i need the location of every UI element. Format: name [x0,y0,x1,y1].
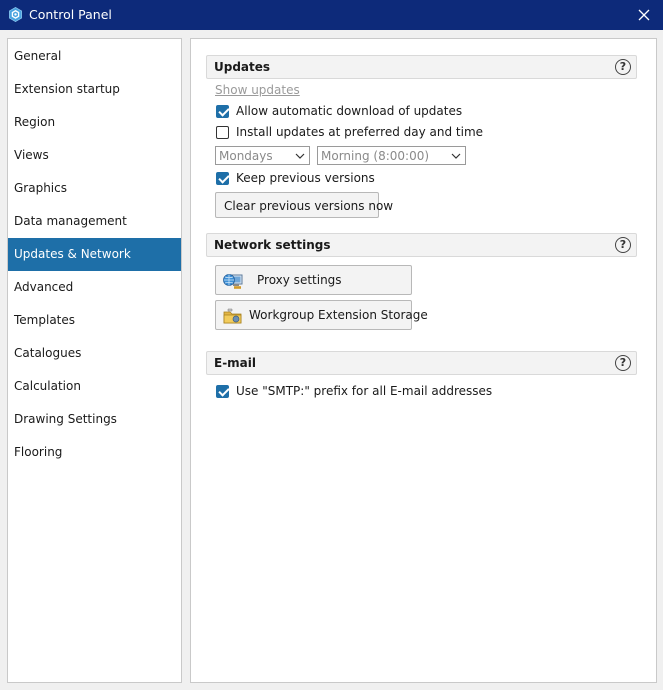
clear-versions-button-label: Clear previous versions now [224,199,394,213]
sidebar-item-views[interactable]: Views [8,139,181,172]
sidebar-item-data-management[interactable]: Data management [8,205,181,238]
close-icon[interactable] [633,4,655,26]
show-updates-link[interactable]: Show updates [215,83,300,97]
window-title: Control Panel [29,7,112,22]
updates-section-title: Updates [214,60,271,74]
keep-versions-checkbox[interactable] [216,172,229,185]
day-select[interactable]: Mondays [215,146,310,165]
sidebar-item-general[interactable]: General [8,40,181,73]
sidebar-item-calculation[interactable]: Calculation [8,370,181,403]
time-select[interactable]: Morning (8:00:00) [317,146,466,165]
auto-download-option[interactable]: Allow automatic download of updates [216,104,462,120]
email-section-title: E-mail [214,356,257,370]
sidebar-item-extension-startup[interactable]: Extension startup [8,73,181,106]
title-bar: Control Panel [0,0,663,30]
category-list: General Extension startup Region Views G… [7,38,182,683]
sidebar-item-advanced[interactable]: Advanced [8,271,181,304]
preferred-time-checkbox[interactable] [216,126,229,139]
auto-download-label: Allow automatic download of updates [236,104,463,118]
settings-panel: Updates ? Show updates Allow automatic d… [190,38,657,683]
workgroup-storage-button[interactable]: Workgroup Extension Storage [215,300,428,330]
clear-versions-button[interactable]: Clear previous versions now [215,192,393,218]
proxy-settings-label: Proxy settings [257,273,342,287]
keep-versions-label: Keep previous versions [236,171,375,185]
sidebar-item-flooring[interactable]: Flooring [8,436,181,469]
day-select-value: Mondays [219,149,273,163]
email-help-icon[interactable]: ? [615,355,631,371]
sidebar-item-graphics[interactable]: Graphics [8,172,181,205]
chevron-down-icon [451,153,461,159]
auto-download-checkbox[interactable] [216,105,229,118]
network-section-header: Network settings ? [206,233,637,257]
network-globe-icon [223,274,243,289]
keep-versions-option[interactable]: Keep previous versions [216,171,375,187]
updates-help-icon[interactable]: ? [615,59,631,75]
preferred-time-label: Install updates at preferred day and tim… [236,125,484,139]
network-section-title: Network settings [214,238,331,252]
sidebar-item-templates[interactable]: Templates [8,304,181,337]
chevron-down-icon [295,153,305,159]
proxy-settings-button[interactable]: Proxy settings [215,265,412,295]
sidebar-item-region[interactable]: Region [8,106,181,139]
network-help-icon[interactable]: ? [615,237,631,253]
preferred-time-option[interactable]: Install updates at preferred day and tim… [216,125,483,141]
sidebar-item-catalogues[interactable]: Catalogues [8,337,181,370]
folder-icon [223,308,242,324]
smtp-prefix-option[interactable]: Use "SMTP:" prefix for all E-mail addres… [216,384,492,400]
app-logo-icon [9,7,22,22]
smtp-prefix-checkbox[interactable] [216,385,229,398]
workgroup-storage-label: Workgroup Extension Storage [249,308,428,322]
updates-section-header: Updates ? [206,55,637,79]
smtp-prefix-label: Use "SMTP:" prefix for all E-mail addres… [236,384,493,398]
sidebar-item-updates-network[interactable]: Updates & Network [8,238,181,271]
email-section-header: E-mail ? [206,351,637,375]
time-select-value: Morning (8:00:00) [321,149,430,163]
sidebar-item-drawing-settings[interactable]: Drawing Settings [8,403,181,436]
